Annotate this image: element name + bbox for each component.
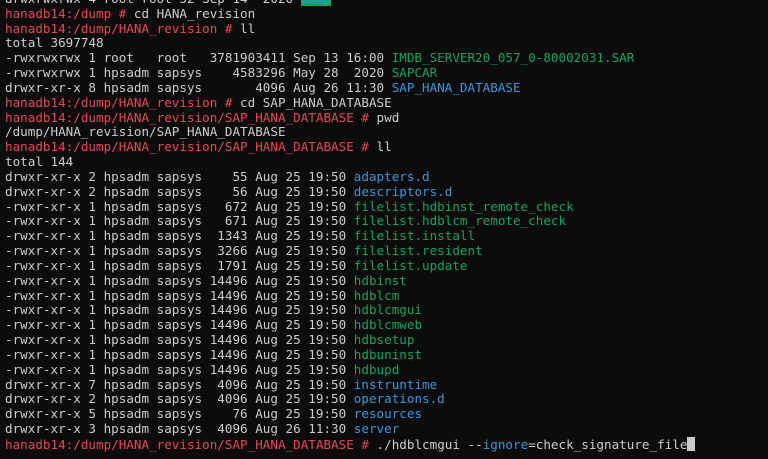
- output-text: -rwxr-xr-x 1 hpsadm sapsys 14496 Aug 25 …: [5, 346, 354, 362]
- output-text: drwxr-xr-x 7 hpsadm sapsys 4096 Aug 25 1…: [5, 376, 354, 392]
- terminal-line: drwxr-xr-x 2 hpsadm sapsys 55 Aug 25 19:…: [5, 168, 768, 185]
- output-text: -rwxr-xr-x 1 hpsadm sapsys 671 Aug 25 19…: [5, 213, 354, 229]
- executable-name: hdbuninst: [353, 346, 423, 362]
- terminal-line: -rwxr-xr-x 1 hpsadm sapsys 3266 Aug 25 1…: [5, 243, 768, 259]
- terminal-line: -rwxr-xr-x 1 hpsadm sapsys 14496 Aug 25 …: [5, 272, 768, 289]
- terminal-line: -rwxr-xr-x 1 hpsadm sapsys 14496 Aug 25 …: [5, 317, 768, 333]
- output-text: -rwxr-xr-x 1 hpsadm sapsys 3266 Aug 25 1…: [5, 243, 354, 259]
- prompt: hanadb14:/dump/HANA_revision/SAP_HANA_DA…: [5, 139, 377, 155]
- output-text: -rwxr-xr-x 1 hpsadm sapsys 14496 Aug 25 …: [5, 317, 354, 333]
- terminal-cursor: [687, 436, 696, 451]
- output-text: -rwxrwxrwx 1 hpsadm sapsys 4583296 May 2…: [5, 65, 392, 81]
- terminal-line: hanadb14:/dump/HANA_revision/SAP_HANA_DA…: [5, 139, 768, 155]
- directory-name-highlighted: dump: [300, 0, 332, 6]
- terminal-line: drwxr-xr-x 3 hpsadm sapsys 4096 Aug 26 1…: [5, 421, 768, 437]
- terminal-line: -rwxr-xr-x 1 hpsadm sapsys 14496 Aug 25 …: [5, 287, 768, 304]
- output-text: ll: [240, 20, 256, 36]
- terminal-line: -rwxr-xr-x 1 hpsadm sapsys 671 Aug 25 19…: [5, 214, 768, 229]
- terminal-line: -rwxr-xr-x 1 hpsadm sapsys 14496 Aug 25 …: [5, 302, 768, 318]
- output-text: total 144: [5, 154, 74, 170]
- terminal-line: -rwxr-xr-x 1 hpsadm sapsys 14496 Aug 25 …: [5, 332, 768, 348]
- directory-name: instruntime: [353, 376, 438, 392]
- executable-name: filelist.resident: [353, 243, 483, 259]
- output-text: cd HANA_revision: [133, 5, 256, 21]
- directory-name: descriptors.d: [353, 183, 453, 199]
- directory-name: resources: [353, 406, 423, 422]
- terminal-line: hanadb14:/dump/HANA_revision/SAP_HANA_DA…: [5, 109, 768, 126]
- terminal-line: -rwxrwxrwx 1 hpsadm sapsys 4583296 May 2…: [5, 65, 768, 81]
- executable-name: filelist.install: [353, 228, 476, 244]
- output-text: drwxr-xr-x 8 hpsadm sapsys 4096 Aug 26 1…: [5, 79, 392, 95]
- directory-name: SAP_HANA_DATABASE: [391, 79, 521, 95]
- terminal-line: drwxr-xr-x 5 hpsadm sapsys 76 Aug 25 19:…: [5, 406, 768, 422]
- output-text: -rwxr-xr-x 1 hpsadm sapsys 14496 Aug 25 …: [5, 302, 354, 318]
- terminal-line: hanadb14:/dump/HANA_revision # cd SAP_HA…: [5, 94, 768, 111]
- output-text: drwxr-xr-x 3 hpsadm sapsys 4096 Aug 26 1…: [5, 421, 354, 437]
- output-text: -rwxr-xr-x 1 hpsadm sapsys 14496 Aug 25 …: [5, 332, 354, 348]
- executable-name: filelist.hdblcm_remote_check: [353, 213, 567, 229]
- output-text: ./hdblcmgui --: [376, 436, 483, 452]
- terminal-line: -rwxr-xr-x 1 hpsadm sapsys 1343 Aug 25 1…: [5, 228, 768, 244]
- terminal-line: /dump/HANA_revision/SAP_HANA_DATABASE: [5, 125, 768, 140]
- prompt: hanadb14:/dump/HANA_revision #: [5, 20, 241, 36]
- directory-name: server: [353, 421, 400, 437]
- executable-name: filelist.update: [353, 257, 468, 273]
- terminal-line: total 3697748: [5, 36, 768, 51]
- terminal-line: drwxr-xr-x 2 hpsadm sapsys 56 Aug 25 19:…: [5, 183, 768, 200]
- terminal-line: drwxr-xr-x 7 hpsadm sapsys 4096 Aug 25 1…: [5, 376, 768, 393]
- output-text: ll: [376, 139, 392, 155]
- executable-name: hdbsetup: [353, 332, 415, 348]
- terminal-line: -rwxr-xr-x 1 hpsadm sapsys 14496 Aug 25 …: [5, 346, 768, 363]
- output-text: drwxr-xr-x 2 hpsadm sapsys 56 Aug 25 19:…: [5, 183, 354, 199]
- executable-name: hdblcmgui: [353, 302, 423, 318]
- output-text: drwxr-xr-x 2 hpsadm sapsys 55 Aug 25 19:…: [5, 168, 354, 184]
- terminal-line: hanadb14:/dump/HANA_revision/SAP_HANA_DA…: [5, 436, 768, 452]
- output-text: -rwxr-xr-x 1 hpsadm sapsys 672 Aug 25 19…: [5, 198, 354, 214]
- executable-name: SAPCAR: [391, 65, 438, 81]
- output-text: /dump/HANA_revision/SAP_HANA_DATABASE: [5, 124, 286, 140]
- executable-name: hdbinst: [353, 272, 407, 288]
- terminal-output[interactable]: drwxrwxrwx 4 root root 32 Sep 14 2020 du…: [5, 0, 768, 452]
- prompt: hanadb14:/dump #: [5, 5, 134, 21]
- output-text: -rwxrwxrwx 1 root root 3781903411 Sep 13…: [5, 50, 392, 66]
- terminal-line: -rwxr-xr-x 1 hpsadm sapsys 14496 Aug 25 …: [5, 361, 768, 378]
- output-text: pwd: [376, 109, 400, 125]
- output-text: =check_signature_file: [528, 436, 688, 452]
- terminal-line: hanadb14:/dump/HANA_revision # ll: [5, 20, 768, 37]
- prompt: hanadb14:/dump/HANA_revision/SAP_HANA_DA…: [5, 109, 377, 125]
- output-text: -rwxr-xr-x 1 hpsadm sapsys 1791 Aug 25 1…: [5, 257, 354, 273]
- prompt: hanadb14:/dump/HANA_revision/SAP_HANA_DA…: [5, 436, 377, 452]
- executable-name: IMDB_SERVER20_057_0-80002031.SAR: [391, 50, 635, 66]
- output-text: total 3697748: [5, 35, 104, 51]
- terminal-line: hanadb14:/dump # cd HANA_revision: [5, 5, 768, 22]
- output-text: -rwxr-xr-x 1 hpsadm sapsys 14496 Aug 25 …: [5, 361, 354, 377]
- output-text: -rwxr-xr-x 1 hpsadm sapsys 14496 Aug 25 …: [5, 287, 354, 303]
- executable-name: hdblcm: [353, 287, 400, 303]
- terminal-line: total 144: [5, 154, 768, 170]
- executable-name: hdblcmweb: [353, 317, 423, 333]
- output-text: drwxr-xr-x 2 hpsadm sapsys 4096 Aug 25 1…: [5, 391, 354, 407]
- output-text: cd SAP_HANA_DATABASE: [240, 94, 392, 110]
- terminal-line: drwxr-xr-x 2 hpsadm sapsys 4096 Aug 25 1…: [5, 391, 768, 407]
- directory-name: ignore: [482, 436, 529, 452]
- terminal-line: drwxr-xr-x 8 hpsadm sapsys 4096 Aug 26 1…: [5, 79, 768, 96]
- executable-name: filelist.hdbinst_remote_check: [353, 198, 574, 214]
- directory-name: operations.d: [353, 391, 445, 407]
- terminal-line: -rwxrwxrwx 1 root root 3781903411 Sep 13…: [5, 50, 768, 66]
- terminal-line: -rwxr-xr-x 1 hpsadm sapsys 1791 Aug 25 1…: [5, 257, 768, 274]
- prompt: hanadb14:/dump/HANA_revision #: [5, 94, 241, 110]
- output-text: -rwxr-xr-x 1 hpsadm sapsys 1343 Aug 25 1…: [5, 228, 354, 244]
- terminal-line: -rwxr-xr-x 1 hpsadm sapsys 672 Aug 25 19…: [5, 198, 768, 215]
- executable-name: hdbupd: [353, 361, 400, 377]
- output-text: -rwxr-xr-x 1 hpsadm sapsys 14496 Aug 25 …: [5, 272, 354, 288]
- directory-name: adapters.d: [353, 168, 430, 184]
- output-text: drwxr-xr-x 5 hpsadm sapsys 76 Aug 25 19:…: [5, 406, 354, 422]
